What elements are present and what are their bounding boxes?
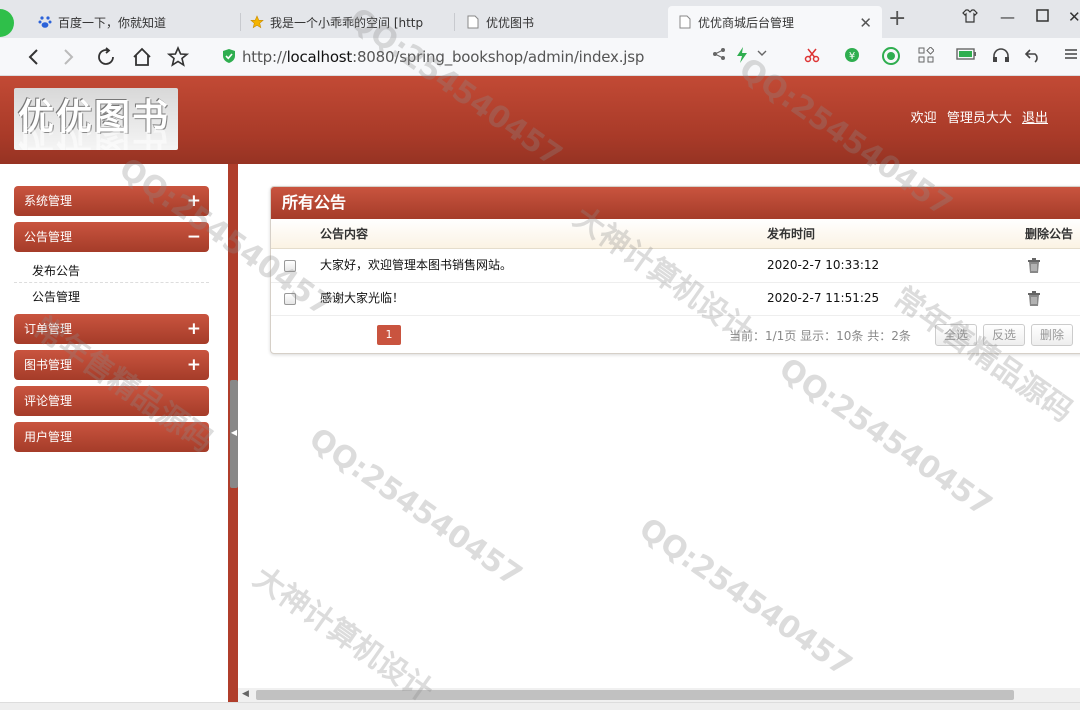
sidebar: 系统管理 + 公告管理 − 发布公告 公告管理 订单管理 + 图书管理 + 评论… — [0, 164, 228, 710]
row-checkbox[interactable] — [284, 260, 296, 272]
notice-content: 感谢大家光临！ — [320, 291, 405, 305]
page-icon — [466, 15, 480, 29]
submenu-divider — [14, 282, 209, 283]
invert-select-button[interactable]: 反选 — [983, 324, 1025, 346]
minimize-icon[interactable]: — — [1000, 8, 1015, 26]
menu-system[interactable]: 系统管理 + — [14, 186, 209, 216]
headphones-icon[interactable] — [992, 47, 1010, 67]
secure-shield-icon — [222, 48, 236, 67]
scrollbar-thumb[interactable] — [256, 690, 1014, 700]
wechat-icon[interactable] — [882, 47, 900, 69]
tab-title: 百度一下，你就知道 — [58, 15, 167, 30]
notice-panel: 所有公告 公告内容 发布时间 删除公告 大家好，欢迎管理本图书销售网站。 202… — [270, 186, 1080, 354]
table-row: 大家好，欢迎管理本图书销售网站。 2020-2-7 10:33:12 — [271, 250, 1080, 283]
tab-title: 我是一个小乖乖的空间 [http — [270, 15, 424, 30]
bookmark-star-icon[interactable] — [166, 45, 190, 69]
url-text: http://localhost:8080/spring_bookshop/ad… — [242, 48, 645, 66]
delete-selected-button[interactable]: 删除 — [1031, 324, 1073, 346]
undo-icon[interactable] — [1024, 47, 1042, 67]
tab-qzone[interactable]: 我是一个小乖乖的空间 [http — [240, 6, 452, 38]
lightning-icon[interactable] — [736, 47, 748, 67]
watermark: 大神计算机设计 — [246, 560, 440, 710]
tab-title: 优优商城后台管理 — [698, 15, 795, 30]
tab-title: 优优图书 — [486, 15, 535, 30]
watermark: QQ:254540457 — [772, 351, 999, 524]
menu-label: 图书管理 — [24, 358, 73, 372]
col-delete: 删除公告 — [1025, 227, 1074, 241]
svg-text:¥: ¥ — [849, 51, 855, 62]
expand-icon[interactable]: + — [187, 186, 201, 216]
menu-books[interactable]: 图书管理 + — [14, 350, 209, 380]
baidu-paw-icon — [38, 15, 52, 29]
apps-grid-icon[interactable] — [918, 46, 935, 67]
username: 管理员大大 — [946, 111, 1012, 126]
menu-users[interactable]: 用户管理 — [14, 422, 209, 452]
browser-tab-bar: 百度一下，你就知道 我是一个小乖乖的空间 [http 优优图书 优优商城后台管理… — [0, 0, 1080, 38]
col-content: 公告内容 — [320, 227, 369, 241]
collapse-arrow-icon[interactable]: ◀ — [230, 428, 238, 437]
menu-label: 公告管理 — [24, 230, 73, 244]
maximize-icon[interactable] — [1036, 8, 1049, 26]
browser-logo-icon — [0, 9, 14, 37]
star-icon — [250, 15, 264, 29]
home-icon[interactable] — [130, 45, 154, 69]
site-logo[interactable]: 优优图书 优优图书 — [14, 88, 178, 150]
address-bar[interactable]: http://localhost:8080/spring_bookshop/ad… — [222, 42, 692, 72]
close-window-icon[interactable]: ✕ — [1068, 8, 1080, 26]
forward-icon[interactable] — [56, 45, 80, 69]
tab-separator — [454, 13, 455, 31]
notice-content: 大家好，欢迎管理本图书销售网站。 — [320, 258, 513, 272]
tab-bookshop[interactable]: 优优图书 — [456, 6, 666, 38]
menu-label: 系统管理 — [24, 194, 73, 208]
new-tab-icon[interactable]: + — [888, 8, 906, 30]
page-number-button[interactable]: 1 — [377, 325, 401, 345]
browser-nav-bar: http://localhost:8080/spring_bookshop/ad… — [0, 38, 1080, 76]
submenu-publish-notice[interactable]: 发布公告 — [32, 262, 80, 279]
trash-icon[interactable] — [1027, 291, 1041, 310]
share-icon[interactable] — [712, 47, 726, 65]
back-icon[interactable] — [22, 45, 46, 69]
tab-admin[interactable]: 优优商城后台管理 ✕ — [668, 6, 882, 38]
select-all-button[interactable]: 全选 — [935, 324, 977, 346]
scissors-icon[interactable] — [804, 47, 820, 67]
menu-comments[interactable]: 评论管理 — [14, 386, 209, 416]
submenu-manage-notice[interactable]: 公告管理 — [32, 288, 80, 305]
battery-icon[interactable] — [956, 47, 978, 65]
menu-orders[interactable]: 订单管理 + — [14, 314, 209, 344]
user-info: 欢迎 管理员大大 退出 — [905, 107, 1048, 126]
watermark: QQ:254540457 — [632, 511, 859, 684]
menu-label: 订单管理 — [24, 322, 73, 336]
trash-icon[interactable] — [1027, 258, 1041, 277]
menu-label: 用户管理 — [24, 430, 73, 444]
close-tab-icon[interactable]: ✕ — [859, 14, 872, 32]
row-checkbox[interactable] — [284, 293, 296, 305]
logout-link[interactable]: 退出 — [1022, 111, 1048, 126]
col-time: 发布时间 — [767, 227, 816, 241]
table-row: 感谢大家光临！ 2020-2-7 11:51:25 — [271, 283, 1080, 316]
chevron-down-icon[interactable] — [756, 47, 768, 63]
welcome-text: 欢迎 — [910, 111, 937, 126]
logo-reflection: 优优图书 — [18, 120, 171, 150]
expand-icon[interactable]: + — [187, 314, 201, 344]
menu-notice[interactable]: 公告管理 − — [14, 222, 209, 252]
notice-time: 2020-2-7 11:51:25 — [767, 291, 880, 305]
tab-baidu[interactable]: 百度一下，你就知道 — [28, 6, 238, 38]
pagination-bar: 1 当前：1/1页 显示：10条 共：2条 全选 反选 删除 — [271, 317, 1080, 353]
reload-icon[interactable] — [94, 45, 118, 69]
page-icon — [678, 15, 692, 29]
menu-icon[interactable] — [1064, 47, 1078, 65]
watermark: QQ:254540457 — [302, 421, 529, 594]
collapse-icon[interactable]: − — [187, 222, 201, 252]
skin-icon[interactable] — [962, 8, 978, 28]
expand-icon[interactable]: + — [187, 350, 201, 380]
notice-time: 2020-2-7 10:33:12 — [767, 258, 880, 272]
browser-status-bar — [0, 702, 1080, 710]
yen-shield-icon[interactable]: ¥ — [844, 47, 860, 67]
panel-title: 所有公告 — [271, 187, 1080, 219]
page-info: 当前：1/1页 显示：10条 共：2条 — [729, 329, 911, 343]
table-header: 公告内容 发布时间 删除公告 — [271, 219, 1080, 249]
scroll-left-icon[interactable]: ◀ — [242, 689, 249, 699]
admin-header: 优优图书 优优图书 欢迎 管理员大大 退出 — [0, 76, 1080, 164]
menu-label: 评论管理 — [24, 394, 73, 408]
